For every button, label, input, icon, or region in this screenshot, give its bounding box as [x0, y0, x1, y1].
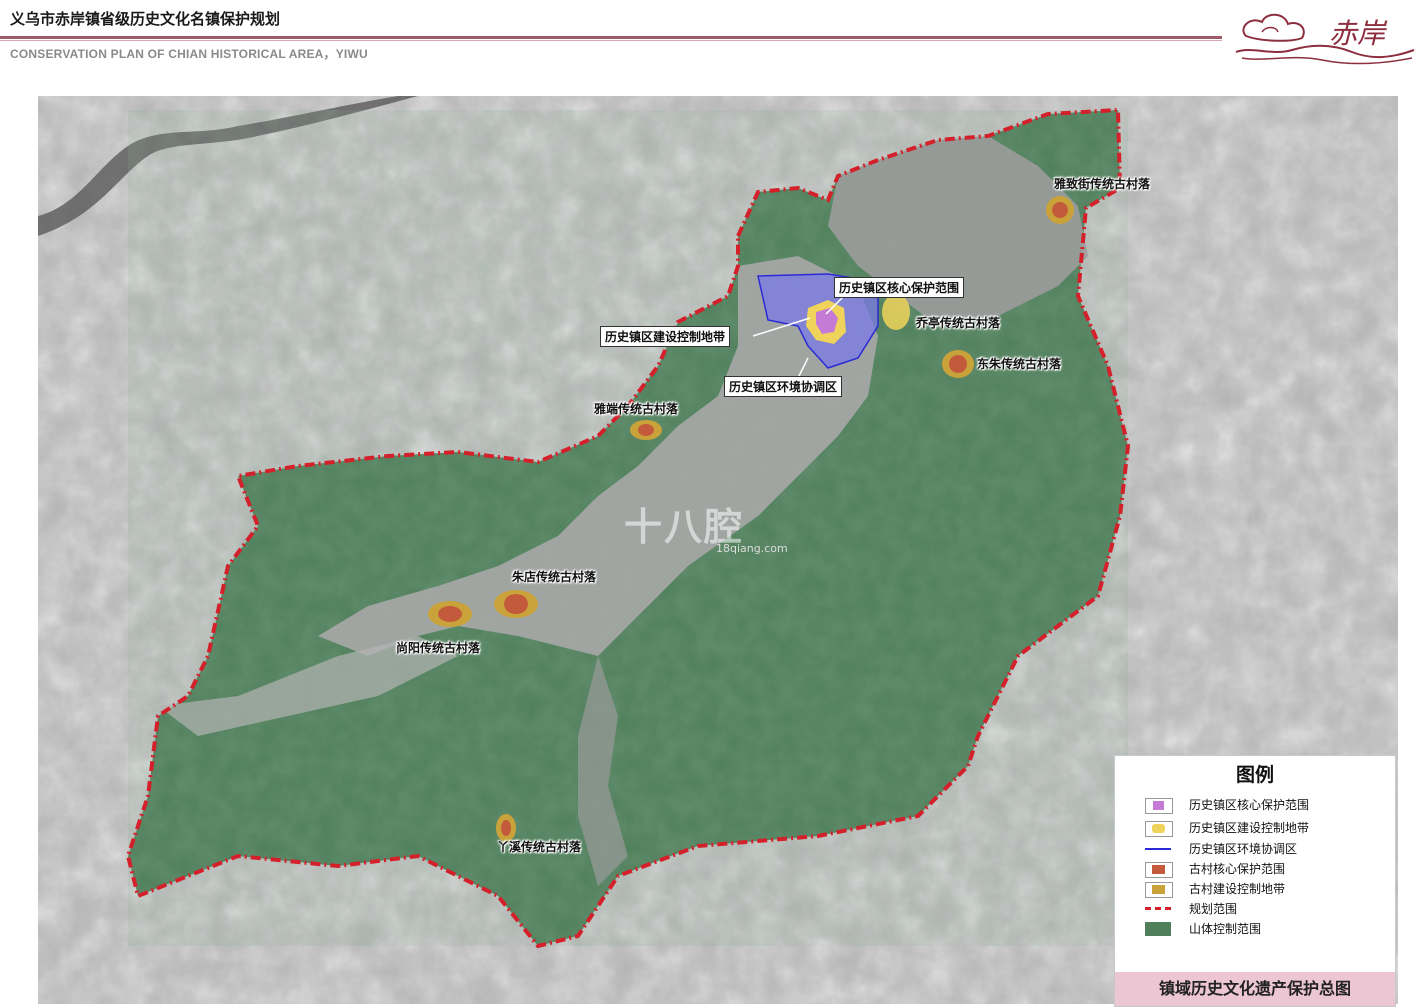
label-shangyang: 尚阳传统古村落 [396, 641, 481, 655]
legend-title: 图例 [1235, 764, 1274, 786]
label-town-buffer: 历史镇区建设控制地带 [600, 326, 731, 347]
label-yazhijie: 雅致街传统古村落 [1054, 177, 1151, 191]
label-yaxi: 丫溪传统古村落 [497, 840, 582, 854]
label-qiaoting: 乔亭传统古村落 [916, 316, 1001, 330]
label-yaduan: 雅端传统古村落 [594, 402, 679, 416]
legend-footer: 镇域历史文化遗产保护总图 [1115, 972, 1395, 1006]
village-zhudian [494, 590, 538, 618]
page-subtitle: CONSERVATION PLAN OF CHIAN HISTORICAL AR… [10, 47, 368, 61]
header-rule [0, 36, 1222, 39]
village-dongzhu [942, 350, 974, 378]
header-rule-thin [0, 40, 1222, 41]
label-env-zone: 历史镇区环境协调区 [724, 376, 843, 397]
label-town-core: 历史镇区核心保护范围 [834, 277, 965, 298]
map-legend: 图例 历史镇区核心保护范围 历史镇区建设控制地带 历史镇区环境协调区 古村核心保… [1114, 755, 1396, 1007]
qiaoting-buffer [882, 294, 910, 330]
village-yaduan [630, 420, 662, 440]
logo-text: 赤岸 [1329, 17, 1386, 50]
label-dongzhu: 东朱传统古村落 [977, 357, 1062, 371]
village-yazhijie [1046, 196, 1074, 224]
cloud-logo-icon [1235, 13, 1415, 65]
page-header: 义乌市赤岸镇省级历史文化名镇保护规划 CONSERVATION PLAN OF … [0, 0, 1422, 90]
watermark-url: 18qiang.com [716, 542, 788, 555]
label-zhudian: 朱店传统古村落 [512, 570, 597, 584]
page-title: 义乌市赤岸镇省级历史文化名镇保护规划 [10, 10, 281, 28]
village-shangyang [428, 601, 472, 627]
